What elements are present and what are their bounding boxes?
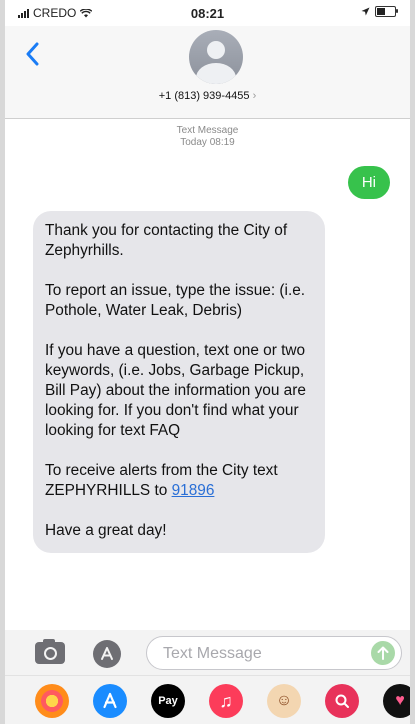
service-label: Text Message bbox=[176, 125, 239, 136]
contact-number: +1 (813) 939-4455 bbox=[158, 90, 250, 102]
status-bar: CREDO 08:21 bbox=[5, 0, 410, 26]
message-thread[interactable]: Text Message Today 08:19 Hi Thank you fo… bbox=[5, 119, 410, 553]
thread-timestamp: Today 08:19 bbox=[180, 137, 235, 148]
avatar-shoulders bbox=[196, 63, 236, 84]
message-paragraph: If you have a question, text one or two … bbox=[45, 342, 306, 439]
imessage-app-drawer: Pay ♫ ☺ ♥ bbox=[5, 675, 410, 724]
apple-pay-icon[interactable]: Pay bbox=[151, 684, 185, 718]
shortcode-link[interactable]: 91896 bbox=[172, 482, 215, 499]
digital-touch-icon[interactable]: ♥ bbox=[383, 684, 410, 718]
arrow-up-icon bbox=[377, 646, 389, 660]
camera-icon[interactable] bbox=[35, 639, 65, 664]
apple-pay-label: Pay bbox=[158, 695, 178, 707]
message-input-field[interactable] bbox=[146, 636, 402, 670]
message-paragraph: Thank you for contacting the City of Zep… bbox=[45, 222, 288, 259]
status-right bbox=[361, 6, 398, 17]
battery-icon bbox=[375, 6, 398, 17]
photos-icon[interactable] bbox=[35, 684, 69, 718]
chevron-left-icon bbox=[26, 42, 39, 66]
message-paragraph: To report an issue, type the issue: (i.e… bbox=[45, 282, 306, 319]
alerts-text: To receive alerts from the City text ZEP… bbox=[45, 462, 278, 499]
back-button[interactable] bbox=[25, 42, 45, 66]
message-input[interactable] bbox=[161, 642, 365, 666]
app-store-icon[interactable] bbox=[93, 684, 127, 718]
app-store-icon[interactable] bbox=[93, 640, 121, 668]
music-icon[interactable]: ♫ bbox=[209, 684, 243, 718]
location-arrow-icon bbox=[361, 7, 370, 16]
incoming-message-bubble[interactable]: Thank you for contacting the City of Zep… bbox=[33, 211, 325, 553]
message-paragraph: To receive alerts from the City text ZEP… bbox=[45, 461, 313, 501]
conversation-header: +1 (813) 939-4455 › bbox=[5, 26, 410, 119]
thread-meta: Text Message Today 08:19 bbox=[5, 125, 410, 149]
phone-screen: CREDO 08:21 +1 (813) 939-4455 › Text Mes… bbox=[5, 0, 410, 724]
image-search-icon[interactable] bbox=[325, 684, 359, 718]
composer-bar bbox=[5, 630, 410, 675]
chevron-right-icon: › bbox=[252, 90, 257, 102]
message-paragraph: Have a great day! bbox=[45, 522, 167, 539]
outgoing-message-bubble[interactable]: Hi bbox=[347, 166, 390, 199]
status-time: 08:21 bbox=[190, 6, 225, 21]
send-button[interactable] bbox=[371, 641, 395, 665]
memoji-icon[interactable]: ☺ bbox=[267, 684, 301, 718]
avatar-head bbox=[207, 41, 225, 59]
contact-avatar[interactable] bbox=[189, 30, 243, 84]
contact-name-button[interactable]: +1 (813) 939-4455 › bbox=[5, 90, 410, 102]
